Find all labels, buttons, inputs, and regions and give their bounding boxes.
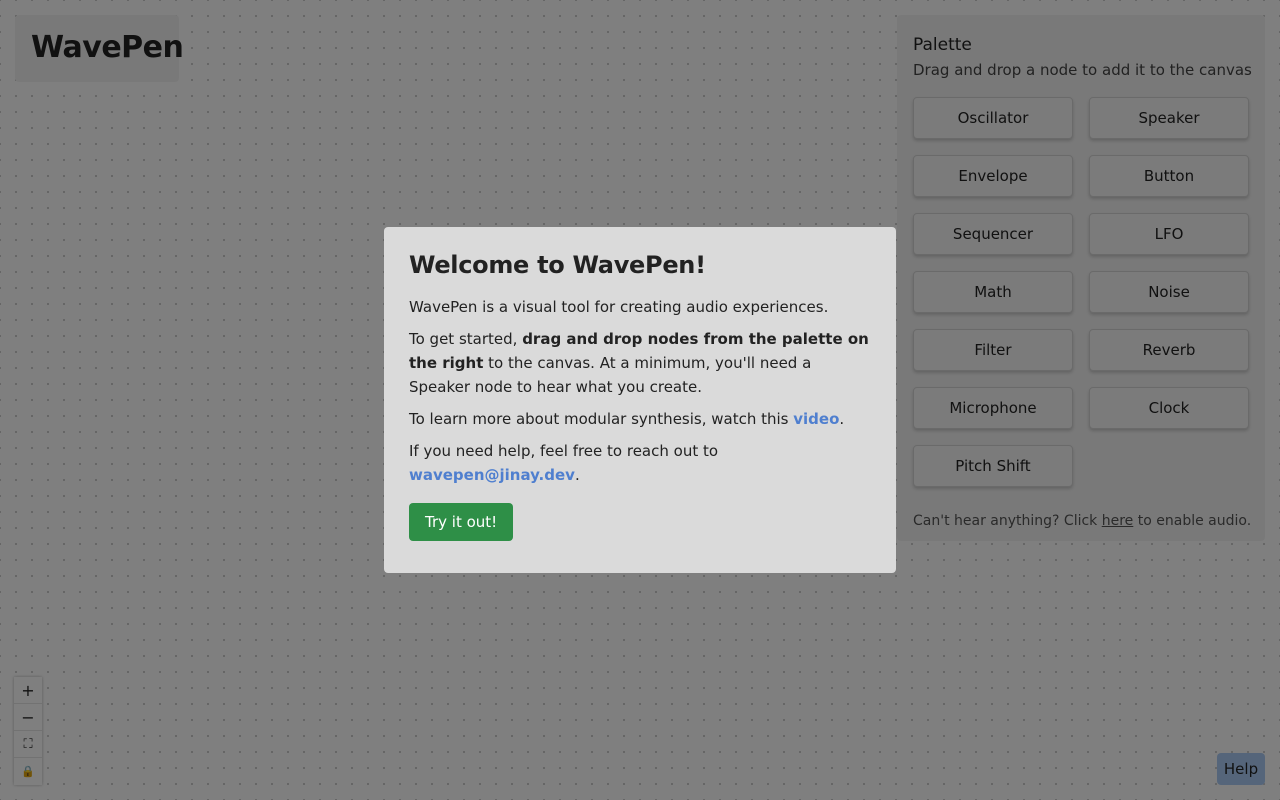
help-prefix: If you need help, feel free to reach out… xyxy=(409,442,719,460)
modal-title: Welcome to WavePen! xyxy=(409,251,706,279)
modal-intro: WavePen is a visual tool for creating au… xyxy=(409,298,829,316)
modal-learn-more: To learn more about modular synthesis, w… xyxy=(409,407,871,431)
video-link[interactable]: video xyxy=(793,410,839,428)
learn-more-prefix: To learn more about modular synthesis, w… xyxy=(409,410,794,428)
modal-getting-started: To get started, drag and drop nodes from… xyxy=(409,327,871,399)
welcome-modal: Welcome to WavePen! WavePen is a visual … xyxy=(384,227,896,573)
help-suffix: . xyxy=(574,466,580,484)
modal-help: If you need help, feel free to reach out… xyxy=(409,439,871,487)
email-link[interactable]: wavepen@jinay.dev xyxy=(409,466,575,484)
try-it-out-button[interactable]: Try it out! xyxy=(409,503,514,541)
learn-more-suffix: . xyxy=(839,410,845,428)
getting-started-prefix: To get started, xyxy=(409,330,523,348)
